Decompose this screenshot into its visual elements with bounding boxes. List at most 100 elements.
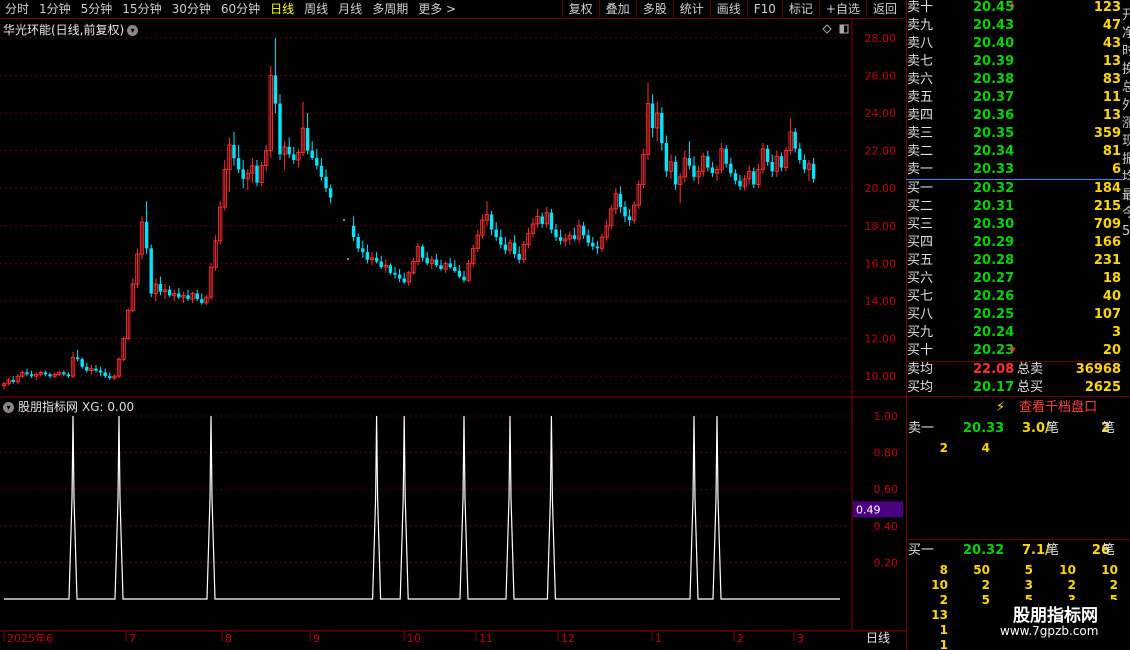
xg-signal-line	[4, 415, 840, 600]
thousand-depth-link[interactable]: ⚡ 查看千档盘口	[996, 398, 1118, 418]
edge-char: 振	[1122, 152, 1130, 167]
candle	[34, 372, 39, 380]
candle	[66, 372, 71, 379]
candle	[208, 263, 214, 300]
candle	[756, 163, 761, 189]
period-tab-8[interactable]: 月线	[333, 0, 367, 19]
edge-char: 换	[1122, 62, 1130, 77]
bid-row[interactable]: 买三 20.30 709	[906, 216, 1122, 234]
ask-row[interactable]: 卖七 20.39 13	[906, 53, 1122, 71]
date-tick-label: 12	[561, 632, 575, 645]
bid-label: 买九	[907, 325, 934, 340]
period-tab-7[interactable]: 周线	[299, 0, 333, 19]
ask-row[interactable]: 卖三 20.35 359	[906, 125, 1122, 143]
ask-volume: 43	[1102, 36, 1121, 51]
candle	[660, 107, 664, 151]
ask-row[interactable]: 卖四 20.36 13	[906, 107, 1122, 125]
candle	[618, 186, 623, 213]
ask-label: 卖三	[907, 126, 934, 141]
bid-label: 买三	[907, 217, 934, 232]
bid-row[interactable]: 买五 20.28 231	[906, 252, 1122, 270]
tool-button-0[interactable]: 复权	[561, 0, 599, 19]
tool-button-1[interactable]: 叠加	[598, 0, 636, 19]
tool-button-3[interactable]: 统计	[672, 0, 710, 19]
period-tab-2[interactable]: 5分钟	[76, 0, 118, 19]
period-tab-10[interactable]: 更多 >	[413, 0, 461, 19]
bid-row[interactable]: 买四 20.29 166	[906, 234, 1122, 252]
buy-queue-unit: 笔	[1046, 543, 1060, 558]
period-tab-6[interactable]: 日线	[265, 0, 299, 19]
price-tick-label: 20.00	[865, 182, 897, 195]
candle	[126, 308, 131, 341]
price-tick-label: 10.00	[865, 370, 897, 383]
edge-char: 外	[1122, 98, 1130, 113]
price-tick-label: 12.00	[865, 333, 897, 346]
tool-button-5[interactable]: F10	[746, 0, 782, 19]
ask-row[interactable]: 卖二 20.34 81	[906, 143, 1122, 161]
candle	[282, 141, 287, 170]
bid-row[interactable]: 买二 20.31 215	[906, 198, 1122, 216]
price-tick-label: 24.00	[865, 107, 897, 120]
period-tab-9[interactable]: 多周期	[367, 0, 413, 19]
sell-order-size: 2	[939, 441, 948, 455]
candle	[521, 240, 526, 264]
tool-button-8[interactable]: 返回	[865, 0, 903, 19]
candle	[609, 205, 614, 230]
bid-price: 20.29	[973, 235, 1015, 250]
tool-button-2[interactable]: 多股	[635, 0, 673, 19]
bid-volume: 40	[1102, 289, 1121, 304]
candle	[462, 270, 466, 283]
sell-order-size: 4	[981, 441, 990, 455]
period-tab-5[interactable]: 60分钟	[216, 0, 265, 19]
bid-row[interactable]: 买一 20.32 184	[906, 180, 1122, 198]
period-tab-0[interactable]: 分时	[0, 0, 34, 19]
candle	[604, 220, 609, 241]
summary-total: 36968	[1075, 362, 1121, 377]
bid-row[interactable]: 买六 20.27 18	[906, 270, 1122, 288]
tool-button-4[interactable]: 画线	[709, 0, 747, 19]
bid-row[interactable]: 买八 20.25 107	[906, 306, 1122, 324]
candle	[415, 242, 421, 266]
ask-row[interactable]: 卖六 20.38 83	[906, 71, 1122, 89]
bid-price: 20.32	[973, 181, 1015, 196]
period-tab-4[interactable]: 30分钟	[167, 0, 216, 19]
bid-label: 买一	[907, 181, 934, 196]
candle	[806, 160, 812, 181]
indicator-tick-label: 0.60	[874, 483, 899, 496]
bid-row[interactable]: 买九 20.24 3	[906, 324, 1122, 342]
date-tick-label: 7	[129, 632, 136, 645]
buy-queue-label: 买一	[908, 543, 935, 558]
ask-label: 卖一	[907, 162, 934, 177]
ask-row[interactable]: 卖五 20.37 11	[906, 89, 1122, 107]
candle	[770, 154, 774, 177]
kline-chart[interactable]: 28.00 26.00 24.00 22.00 20.00 18.00 16.00 14.00…	[0, 19, 906, 650]
ask-row[interactable]: 卖九 20.43 47	[906, 17, 1122, 35]
period-tab-1[interactable]: 1分钟	[34, 0, 76, 19]
period-tab-3[interactable]: 15分钟	[117, 0, 166, 19]
indicator-dropdown-icon[interactable]: ▾	[3, 402, 14, 413]
candle	[259, 161, 264, 187]
candle	[595, 240, 600, 254]
candle	[75, 349, 80, 362]
candle	[783, 146, 789, 172]
candle	[116, 357, 122, 379]
indicator-value: XG: 0.00	[82, 400, 135, 414]
buy-order-size: 5	[1024, 563, 1033, 577]
tool-button-6[interactable]: 标记	[781, 0, 819, 19]
sell-queue-label: 卖一	[908, 421, 935, 436]
bid-row[interactable]: 买七 20.26 40	[906, 288, 1122, 306]
ask-price: 20.35	[973, 126, 1015, 141]
ask-row[interactable]: 卖八 20.40 43	[906, 35, 1122, 53]
candle	[692, 156, 696, 181]
candle	[466, 259, 471, 283]
ask-volume: 359	[1093, 126, 1121, 141]
candle	[356, 233, 360, 253]
ask-row[interactable]: 卖一 20.33 6	[906, 161, 1122, 179]
candle	[172, 289, 177, 301]
ask-label: 卖五	[907, 90, 934, 105]
candle	[507, 238, 513, 254]
candle	[89, 364, 94, 375]
candle	[682, 150, 687, 183]
watermark-title: 股朋指标网	[1013, 606, 1098, 626]
tool-button-7[interactable]: +自选	[818, 0, 866, 19]
